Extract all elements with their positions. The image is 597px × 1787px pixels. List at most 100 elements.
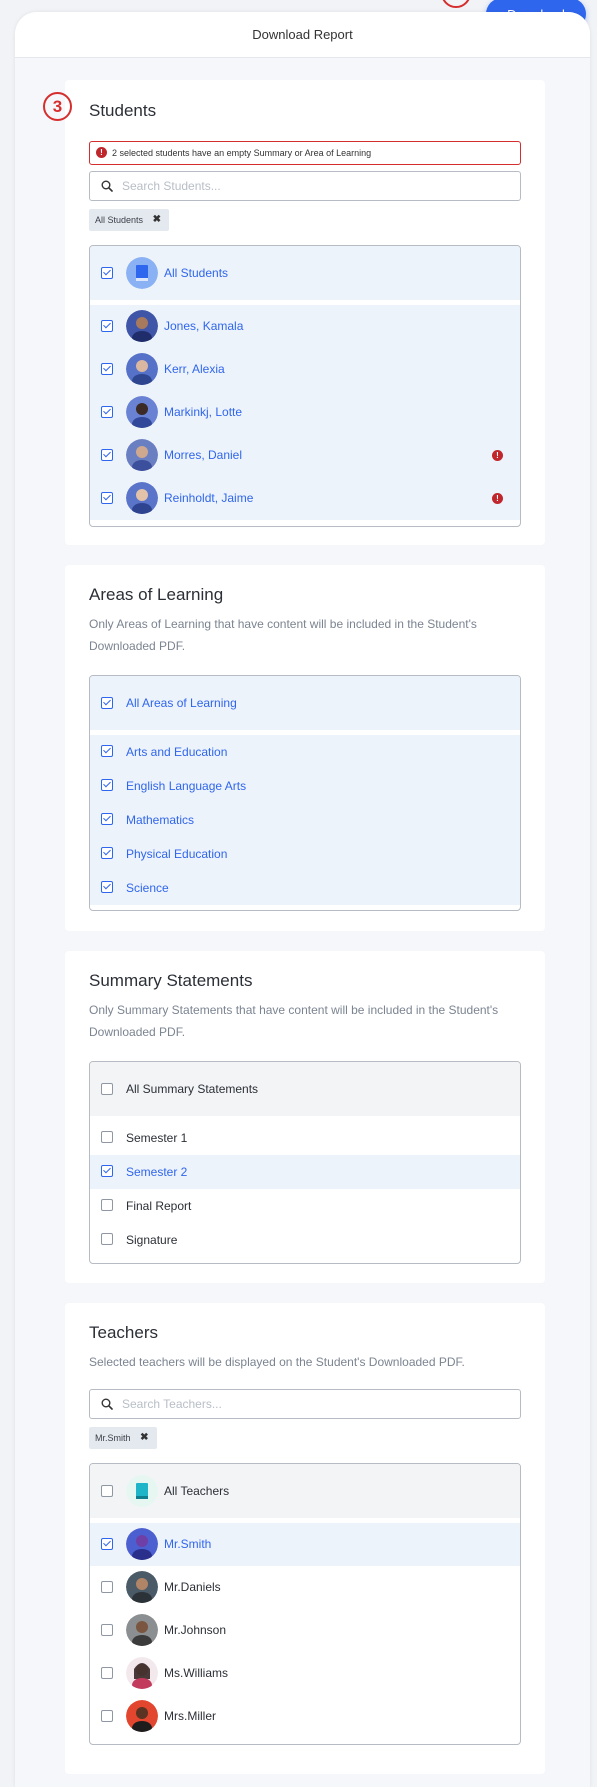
check-icon[interactable] [101,1538,113,1550]
panel-title: Download Report [15,12,590,58]
summary-label: Final Report [126,1199,192,1213]
student-search [89,171,521,201]
areas-card: Areas of Learning Only Areas of Learning… [65,565,545,931]
close-icon[interactable]: ✖ [153,209,161,231]
summary-card: Summary Statements Only Summary Statemen… [65,951,545,1283]
summary-label: Signature [126,1233,178,1247]
avatar [126,1657,158,1689]
check-icon[interactable] [101,1165,113,1177]
area-label: Physical Education [126,847,228,861]
all-areas-row[interactable]: All Areas of Learning [90,676,520,730]
student-name: Markinkj, Lotte [164,405,243,419]
students-title: Students [89,101,157,120]
search-students-input[interactable] [122,176,502,196]
close-icon[interactable]: ✖ [140,1427,148,1449]
summary-row[interactable]: Final Report [90,1189,520,1223]
check-icon[interactable] [101,881,113,893]
summary-list: All Summary Statements Semester 1 Semest… [89,1061,521,1264]
summary-description: Only Summary Statements that have conten… [89,1003,499,1039]
student-name: Reinholdt, Jaime [164,491,254,505]
all-teachers-row[interactable]: All Teachers [90,1464,520,1518]
area-label: Science [126,881,169,895]
check-icon[interactable] [101,779,113,791]
check-icon[interactable] [101,745,113,757]
all-summary-label: All Summary Statements [126,1082,259,1096]
student-name: Kerr, Alexia [164,362,225,376]
area-row[interactable]: Mathematics [90,803,520,837]
search-icon [101,180,113,192]
summary-row[interactable]: Signature [90,1223,520,1257]
search-teachers-input[interactable] [122,1394,502,1414]
teacher-name: Mrs.Miller [164,1709,216,1723]
areas-title: Areas of Learning [89,585,224,604]
avatar [126,1528,158,1560]
error-text: 2 selected students have an empty Summar… [112,148,372,158]
summary-label: Semester 1 [126,1131,188,1145]
teacher-name: Mr.Johnson [164,1623,227,1637]
area-row[interactable]: Science [90,871,520,905]
checkbox[interactable] [101,1199,113,1211]
student-name: Jones, Kamala [164,319,244,333]
all-areas-label: All Areas of Learning [126,696,237,710]
summary-row[interactable]: Semester 2 [90,1155,520,1189]
student-row[interactable]: Jones, Kamala [90,305,520,348]
avatar [126,396,158,428]
avatar [126,1571,158,1603]
checkbox[interactable] [101,1710,113,1722]
alert-icon: ! [96,147,107,158]
teacher-row[interactable]: Mrs.Miller [90,1695,520,1738]
areas-list: All Areas of Learning Arts and Education… [89,675,521,911]
checkbox[interactable] [101,1581,113,1593]
check-icon[interactable] [101,406,113,418]
checkbox[interactable] [101,1667,113,1679]
all-students-label: All Students [164,266,229,280]
all-students-row[interactable]: All Students [90,246,520,300]
checkbox[interactable] [101,1083,113,1095]
check-icon[interactable] [101,363,113,375]
teacher-row[interactable]: Ms.Williams [90,1652,520,1695]
alert-icon: ! [492,450,503,461]
download-report-panel: Download Report 3 Students ! 2 selected … [15,12,590,1787]
search-icon [101,1398,113,1410]
check-icon[interactable] [101,847,113,859]
checkbox[interactable] [101,1233,113,1245]
student-row[interactable]: Kerr, Alexia [90,348,520,391]
student-row[interactable]: Markinkj, Lotte [90,391,520,434]
summary-row[interactable]: Semester 1 [90,1121,520,1155]
avatar [126,1614,158,1646]
avatar [126,353,158,385]
checkbox[interactable] [101,1485,113,1497]
student-row[interactable]: Reinholdt, Jaime ! [90,477,520,520]
teachers-card: Teachers Selected teachers will be displ… [65,1303,545,1774]
checkbox[interactable] [101,1624,113,1636]
area-row[interactable]: Arts and Education [90,735,520,769]
teacher-name: Mr.Daniels [164,1580,221,1594]
all-teachers-label: All Teachers [164,1484,230,1498]
area-label: English Language Arts [126,779,247,793]
checkbox[interactable] [101,1131,113,1143]
area-row[interactable]: Physical Education [90,837,520,871]
check-icon[interactable] [101,492,113,504]
teacher-name: Ms.Williams [164,1666,228,1680]
book-icon [126,1475,158,1507]
teachers-title: Teachers [89,1323,158,1342]
check-icon[interactable] [101,697,113,709]
area-row[interactable]: English Language Arts [90,769,520,803]
check-icon[interactable] [101,320,113,332]
student-row[interactable]: Morres, Daniel ! [90,434,520,477]
summary-label: Semester 2 [126,1165,188,1179]
check-icon[interactable] [101,813,113,825]
error-banner: ! 2 selected students have an empty Summ… [89,141,521,165]
teacher-row[interactable]: Mr.Johnson [90,1609,520,1652]
check-icon[interactable] [101,267,113,279]
all-summary-row[interactable]: All Summary Statements [90,1062,520,1116]
areas-description: Only Areas of Learning that have content… [89,617,477,653]
teacher-row[interactable]: Mr.Smith [90,1523,520,1566]
student-filter-chip: All Students ✖ [89,209,170,231]
teacher-row[interactable]: Mr.Daniels [90,1566,520,1609]
chip-label: Mr.Smith [95,1433,131,1443]
students-list: All Students Jones, Kamala Kerr, Alexia [89,245,521,527]
check-icon[interactable] [101,449,113,461]
teacher-search [89,1389,521,1419]
alert-icon: ! [492,493,503,504]
